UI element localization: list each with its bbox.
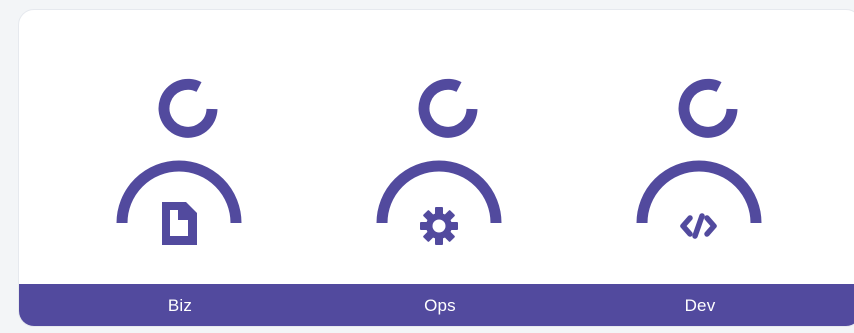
role-label-biz: Biz	[167, 296, 193, 315]
code-icon	[680, 213, 717, 239]
role-dev	[618, 10, 818, 285]
role-label-bar: Biz Ops Dev	[19, 284, 854, 326]
biz-person-icon	[116, 78, 242, 245]
head-arc	[418, 78, 478, 138]
role-icons-area	[19, 10, 854, 285]
ops-person-icon	[376, 78, 502, 245]
head-arc	[158, 78, 218, 138]
head-arc	[678, 78, 738, 138]
gear-icon	[420, 207, 458, 245]
role-ops	[358, 10, 558, 285]
role-biz	[98, 10, 298, 285]
dev-person-icon	[636, 78, 762, 239]
role-label-ops: Ops	[424, 296, 456, 315]
roles-card: Biz Ops Dev	[18, 9, 854, 327]
role-label-dev: Dev	[684, 296, 716, 315]
document-icon	[162, 202, 197, 245]
shoulder-arc	[636, 160, 762, 224]
